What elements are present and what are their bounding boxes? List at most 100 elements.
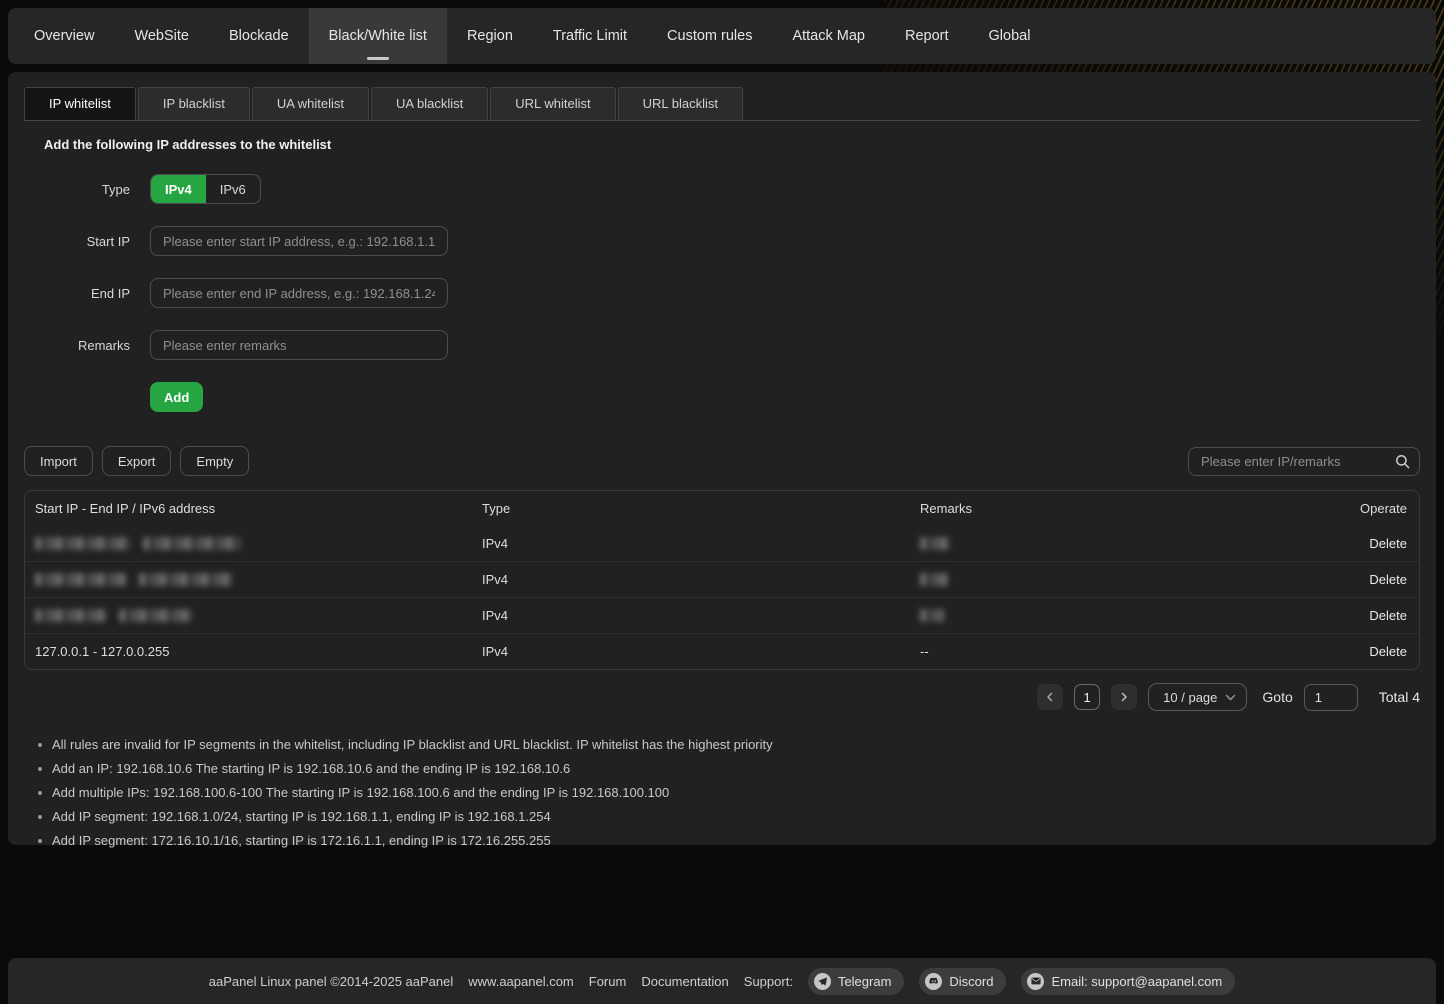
top-nav: Overview WebSite Blockade Black/White li… [8, 8, 1436, 64]
page-size-select[interactable]: 10 / page [1148, 683, 1247, 711]
note-item: Add an IP: 192.168.10.6 The starting IP … [36, 757, 1420, 781]
goto-page-input[interactable] [1304, 684, 1358, 711]
cell-remarks [910, 573, 1280, 586]
prev-page-button[interactable] [1037, 684, 1063, 710]
chevron-down-icon [1225, 694, 1236, 701]
main-panel: IP whitelist IP blacklist UA whitelist U… [8, 72, 1436, 845]
tab-ip-whitelist[interactable]: IP whitelist [24, 87, 136, 120]
note-item: Add IP segment: 192.168.1.0/24, starting… [36, 805, 1420, 829]
nav-tab-region[interactable]: Region [447, 8, 533, 64]
redacted-remarks [920, 573, 948, 586]
list-type-tabs: IP whitelist IP blacklist UA whitelist U… [24, 87, 1420, 121]
nav-tab-traffic-limit[interactable]: Traffic Limit [533, 8, 647, 64]
col-header-start-ip: Start IP - End IP / IPv6 address [25, 501, 472, 516]
cell-type: IPv4 [472, 536, 910, 551]
remarks-input[interactable] [150, 330, 448, 360]
nav-tab-custom-rules[interactable]: Custom rules [647, 8, 772, 64]
footer-support-label: Support: [744, 974, 793, 989]
end-ip-input[interactable] [150, 278, 448, 308]
ipv4-option[interactable]: IPv4 [151, 175, 206, 203]
footer: aaPanel Linux panel ©2014-2025 aaPanel w… [8, 958, 1436, 1004]
note-item: All rules are invalid for IP segments in… [36, 733, 1420, 757]
email-button[interactable]: Email: support@aapanel.com [1021, 968, 1235, 995]
footer-website-link[interactable]: www.aapanel.com [468, 974, 574, 989]
next-page-button[interactable] [1111, 684, 1137, 710]
page-number-button[interactable]: 1 [1074, 684, 1100, 710]
col-header-type: Type [472, 501, 910, 516]
delete-link[interactable]: Delete [1369, 536, 1407, 551]
note-item: Add IP segment: 172.16.10.1/16, starting… [36, 829, 1420, 853]
cell-start-end-ip [25, 609, 472, 622]
add-whitelist-form: Add the following IP addresses to the wh… [44, 137, 1420, 412]
tab-ua-whitelist[interactable]: UA whitelist [252, 87, 369, 120]
nav-tab-global[interactable]: Global [969, 8, 1051, 64]
empty-button[interactable]: Empty [180, 446, 249, 476]
ipv6-option[interactable]: IPv6 [206, 175, 260, 203]
col-header-remarks: Remarks [910, 501, 1280, 516]
page-size-value: 10 / page [1163, 690, 1217, 705]
nav-tab-report[interactable]: Report [885, 8, 969, 64]
col-header-operate: Operate [1280, 501, 1419, 516]
discord-icon [925, 973, 942, 990]
table-header-row: Start IP - End IP / IPv6 address Type Re… [25, 491, 1419, 525]
table-row: IPv4 Delete [25, 525, 1419, 561]
note-item: Add multiple IPs: 192.168.100.6-100 The … [36, 781, 1420, 805]
tab-ua-blacklist[interactable]: UA blacklist [371, 87, 488, 120]
cell-type: IPv4 [472, 608, 910, 623]
add-button[interactable]: Add [150, 382, 203, 412]
footer-forum-link[interactable]: Forum [589, 974, 627, 989]
footer-documentation-link[interactable]: Documentation [641, 974, 728, 989]
delete-link[interactable]: Delete [1369, 572, 1407, 587]
search-input[interactable] [1188, 447, 1420, 476]
nav-tab-blockade[interactable]: Blockade [209, 8, 309, 64]
search-box [1188, 447, 1420, 476]
cell-type: IPv4 [472, 572, 910, 587]
start-ip-input[interactable] [150, 226, 448, 256]
pagination: 1 10 / page Goto Total 4 [24, 683, 1420, 711]
delete-link[interactable]: Delete [1369, 644, 1407, 659]
ip-type-segmented: IPv4 IPv6 [150, 174, 261, 204]
telegram-label: Telegram [838, 974, 891, 989]
form-title: Add the following IP addresses to the wh… [44, 137, 1420, 152]
redacted-remarks [920, 537, 950, 550]
delete-link[interactable]: Delete [1369, 608, 1407, 623]
redacted-remarks [920, 609, 944, 622]
email-icon [1027, 973, 1044, 990]
cell-operate: Delete [1280, 536, 1419, 551]
telegram-button[interactable]: Telegram [808, 968, 904, 995]
search-icon[interactable] [1395, 454, 1410, 474]
cell-start-end-ip [25, 537, 472, 550]
table-row: 127.0.0.1 - 127.0.0.255IPv4-- Delete [25, 633, 1419, 669]
telegram-icon [814, 973, 831, 990]
remarks-label: Remarks [44, 338, 150, 353]
nav-tab-overview[interactable]: Overview [14, 8, 114, 64]
cell-remarks [910, 609, 1280, 622]
cell-operate: Delete [1280, 608, 1419, 623]
goto-label: Goto [1262, 689, 1292, 705]
footer-copyright: aaPanel Linux panel ©2014-2025 aaPanel [209, 974, 454, 989]
end-ip-label: End IP [44, 286, 150, 301]
discord-button[interactable]: Discord [919, 968, 1006, 995]
whitelist-table: Start IP - End IP / IPv6 address Type Re… [24, 490, 1420, 670]
import-button[interactable]: Import [24, 446, 93, 476]
table-row: IPv4 Delete [25, 597, 1419, 633]
tab-url-whitelist[interactable]: URL whitelist [490, 87, 615, 120]
type-label: Type [44, 182, 150, 197]
table-body: IPv4DeleteIPv4DeleteIPv4Delete127.0.0.1 … [25, 525, 1419, 669]
export-button[interactable]: Export [102, 446, 172, 476]
cell-start-end-ip: 127.0.0.1 - 127.0.0.255 [25, 644, 472, 659]
help-notes: All rules are invalid for IP segments in… [36, 733, 1420, 853]
tab-url-blacklist[interactable]: URL blacklist [618, 87, 743, 120]
redacted-ip [35, 609, 193, 622]
tab-ip-blacklist[interactable]: IP blacklist [138, 87, 250, 120]
nav-tab-black-white-list[interactable]: Black/White list [309, 8, 447, 64]
email-label: Email: support@aapanel.com [1051, 974, 1222, 989]
cell-remarks: -- [910, 644, 1280, 659]
redacted-ip [35, 537, 241, 550]
nav-tab-website[interactable]: WebSite [114, 8, 209, 64]
cell-start-end-ip [25, 573, 472, 586]
total-count: Total 4 [1379, 689, 1420, 705]
cell-type: IPv4 [472, 644, 910, 659]
nav-tab-attack-map[interactable]: Attack Map [772, 8, 885, 64]
redacted-ip [35, 573, 233, 586]
